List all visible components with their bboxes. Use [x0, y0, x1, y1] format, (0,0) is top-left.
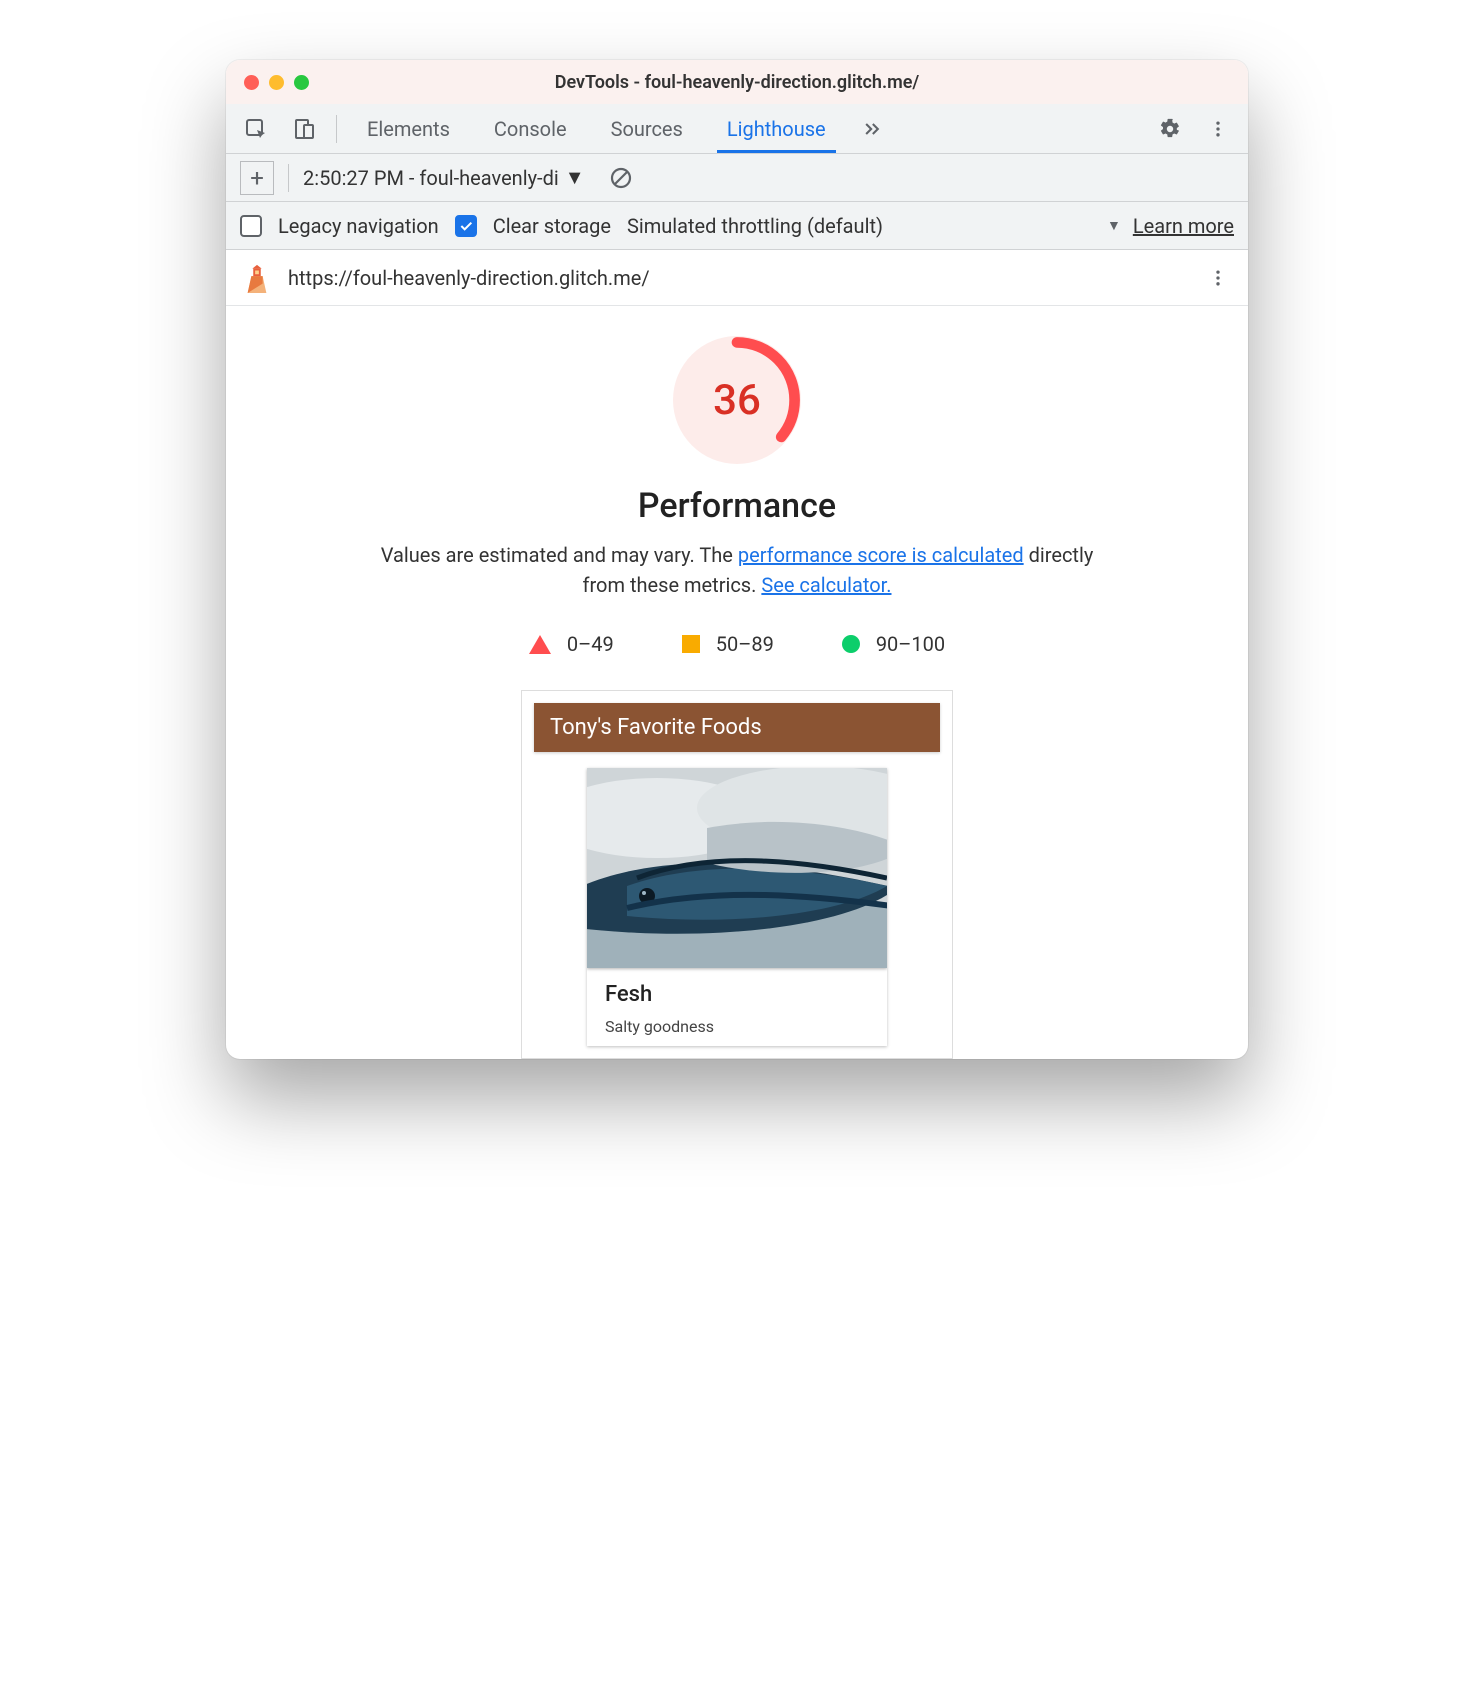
divider	[336, 115, 337, 143]
legend-label: 90–100	[876, 632, 945, 656]
new-report-button[interactable]: +	[240, 161, 274, 195]
report-url-bar: https://foul-heavenly-direction.glitch.m…	[226, 250, 1248, 306]
legacy-navigation-label: Legacy navigation	[278, 214, 439, 238]
divider	[288, 164, 289, 192]
tab-label: Elements	[367, 117, 450, 141]
score-gauge: 36	[673, 336, 801, 464]
lighthouse-toolbar-1: + 2:50:27 PM - foul-heavenly-di ▼	[226, 154, 1248, 202]
minimize-window-button[interactable]	[269, 75, 284, 90]
score-legend: 0–49 50–89 90–100	[256, 632, 1218, 656]
close-window-button[interactable]	[244, 75, 259, 90]
card-title: Fesh	[605, 982, 869, 1007]
kebab-menu-icon[interactable]	[1202, 113, 1234, 145]
triangle-icon	[529, 635, 551, 654]
clear-icon[interactable]	[605, 162, 637, 194]
legacy-navigation-checkbox[interactable]	[240, 215, 262, 237]
more-tabs-icon[interactable]	[856, 113, 888, 145]
devtools-window: DevTools - foul-heavenly-direction.glitc…	[226, 60, 1248, 1059]
lighthouse-report: 36 Performance Values are estimated and …	[226, 306, 1248, 1059]
square-icon	[682, 635, 700, 653]
chevron-down-icon: ▼	[565, 165, 585, 190]
learn-more-link[interactable]: Learn more	[1133, 214, 1234, 238]
see-calculator-link[interactable]: See calculator.	[761, 573, 891, 597]
category-title: Performance	[256, 486, 1218, 526]
screenshot-card: Fesh Salty goodness	[587, 968, 887, 1046]
page-screenshot: Tony's Favorite Foods	[521, 690, 953, 1059]
report-menu-icon[interactable]	[1204, 268, 1232, 288]
tab-sources[interactable]: Sources	[597, 104, 697, 153]
window-controls	[244, 75, 309, 90]
window-title: DevTools - foul-heavenly-direction.glitc…	[555, 72, 920, 93]
card-subtitle: Salty goodness	[605, 1017, 869, 1036]
tab-console[interactable]: Console	[480, 104, 581, 153]
legend-label: 0–49	[567, 632, 614, 656]
category-description: Values are estimated and may vary. The p…	[377, 540, 1097, 600]
score-value: 36	[673, 336, 801, 464]
report-url: https://foul-heavenly-direction.glitch.m…	[288, 266, 1188, 290]
tab-lighthouse[interactable]: Lighthouse	[713, 104, 840, 153]
titlebar: DevTools - foul-heavenly-direction.glitc…	[226, 60, 1248, 104]
legend-low: 0–49	[529, 632, 614, 656]
chevron-down-icon[interactable]: ▼	[1107, 217, 1121, 234]
legend-mid: 50–89	[682, 632, 774, 656]
tab-label: Lighthouse	[727, 117, 826, 141]
screenshot-image	[587, 768, 887, 968]
legend-label: 50–89	[716, 632, 774, 656]
tab-label: Sources	[611, 117, 683, 141]
device-toolbar-icon[interactable]	[288, 113, 320, 145]
lighthouse-toolbar-2: Legacy navigation Clear storage Simulate…	[226, 202, 1248, 250]
settings-icon[interactable]	[1154, 113, 1186, 145]
desc-text: Values are estimated and may vary. The	[381, 543, 738, 567]
report-selector-label: 2:50:27 PM - foul-heavenly-di	[303, 166, 559, 190]
screenshot-banner: Tony's Favorite Foods	[534, 703, 940, 752]
report-selector[interactable]: 2:50:27 PM - foul-heavenly-di ▼	[303, 165, 585, 190]
zoom-window-button[interactable]	[294, 75, 309, 90]
clear-storage-label: Clear storage	[493, 214, 611, 238]
inspect-element-icon[interactable]	[240, 113, 272, 145]
tab-elements[interactable]: Elements	[353, 104, 464, 153]
lighthouse-icon	[242, 263, 272, 293]
legend-high: 90–100	[842, 632, 945, 656]
throttling-label: Simulated throttling (default)	[627, 214, 883, 238]
perf-score-link[interactable]: performance score is calculated	[738, 543, 1024, 567]
tab-label: Console	[494, 117, 567, 141]
circle-icon	[842, 635, 860, 653]
devtools-tabs: Elements Console Sources Lighthouse	[226, 104, 1248, 154]
clear-storage-checkbox[interactable]	[455, 215, 477, 237]
